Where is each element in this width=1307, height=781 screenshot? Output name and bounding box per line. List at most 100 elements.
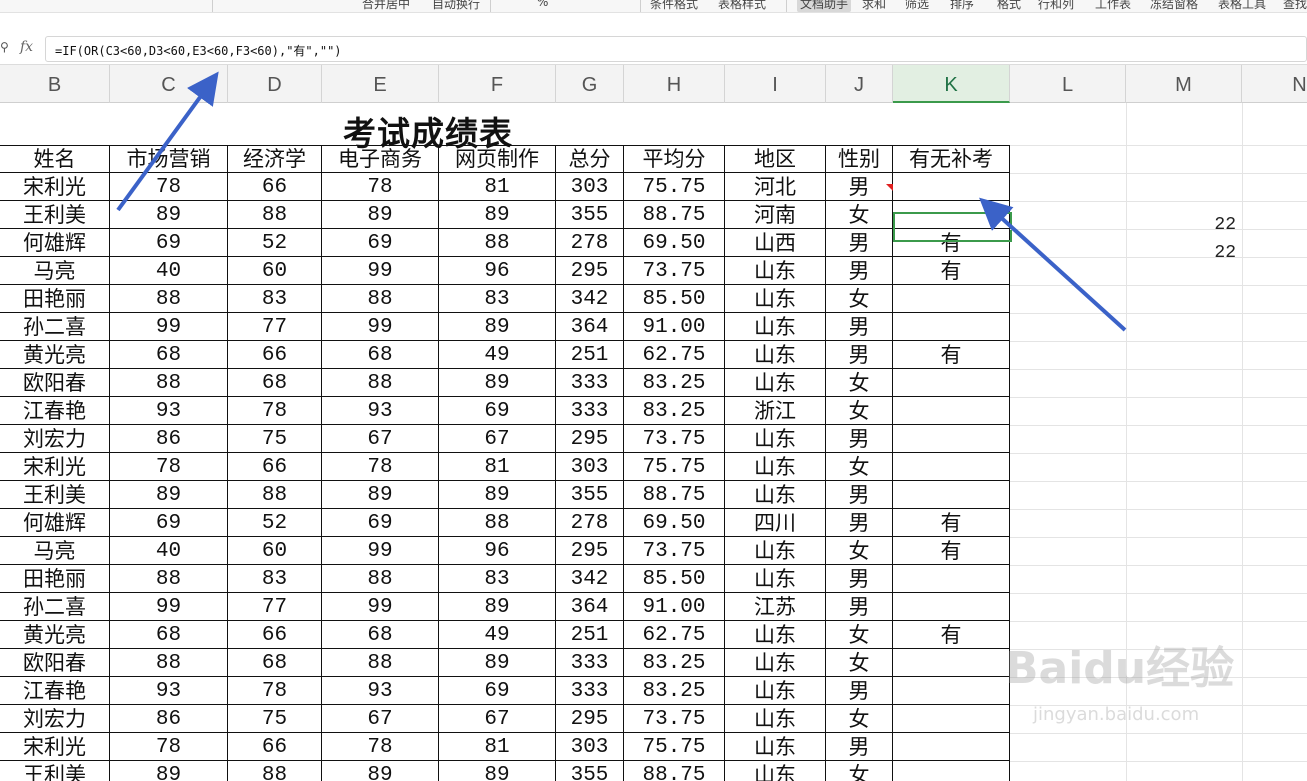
table-cell[interactable]: 91.00 xyxy=(624,313,725,341)
table-cell[interactable]: 河北 xyxy=(725,173,826,201)
table-cell[interactable]: 81 xyxy=(439,733,556,761)
table-cell[interactable]: 73.75 xyxy=(624,425,725,453)
table-cell[interactable]: 73.75 xyxy=(624,705,725,733)
table-cell[interactable]: 男 xyxy=(826,229,893,257)
table-cell[interactable]: 欧阳春 xyxy=(0,649,110,677)
table-cell[interactable]: 88 xyxy=(322,369,439,397)
table-cell[interactable]: 251 xyxy=(556,621,624,649)
table-cell[interactable]: 78 xyxy=(228,677,322,705)
table-cell[interactable]: 88.75 xyxy=(624,481,725,509)
table-cell[interactable]: 男 xyxy=(826,733,893,761)
table-cell[interactable]: 女 xyxy=(826,649,893,677)
table-cell[interactable]: 89 xyxy=(439,649,556,677)
table-cell[interactable]: 96 xyxy=(439,537,556,565)
table-cell[interactable]: 89 xyxy=(110,761,228,781)
table-cell[interactable]: 王利美 xyxy=(0,761,110,781)
table-cell[interactable]: 93 xyxy=(110,677,228,705)
search-icon[interactable]: ⚲ xyxy=(0,40,9,54)
ribbon-item[interactable]: 工作表 xyxy=(1095,0,1131,12)
table-cell[interactable]: 342 xyxy=(556,565,624,593)
table-cell[interactable] xyxy=(893,453,1010,481)
table-cell[interactable]: 何雄辉 xyxy=(0,229,110,257)
table-cell[interactable]: 88.75 xyxy=(624,201,725,229)
table-cell[interactable]: 333 xyxy=(556,397,624,425)
table-cell[interactable] xyxy=(893,313,1010,341)
ribbon-item[interactable]: 筛选 xyxy=(905,0,929,12)
table-cell[interactable]: 68 xyxy=(228,649,322,677)
table-cell[interactable]: 86 xyxy=(110,425,228,453)
table-cell[interactable]: 孙二喜 xyxy=(0,593,110,621)
comment-marker[interactable] xyxy=(886,184,893,191)
table-cell[interactable]: 刘宏力 xyxy=(0,425,110,453)
table-cell[interactable] xyxy=(893,285,1010,313)
table-cell[interactable]: 85.50 xyxy=(624,565,725,593)
column-header-l[interactable]: L xyxy=(1010,65,1126,103)
table-cell[interactable]: 89 xyxy=(322,201,439,229)
table-cell[interactable]: 男 xyxy=(826,425,893,453)
column-header-m[interactable]: M xyxy=(1126,65,1242,103)
table-cell[interactable]: 男 xyxy=(826,565,893,593)
table-cell[interactable]: 89 xyxy=(439,593,556,621)
table-cell[interactable]: 有 xyxy=(893,257,1010,285)
ribbon-item[interactable]: 表格工具 xyxy=(1218,0,1266,12)
table-cell[interactable]: 99 xyxy=(110,593,228,621)
table-cell[interactable]: 295 xyxy=(556,425,624,453)
ribbon-item[interactable]: 表格样式 xyxy=(718,0,766,12)
table-cell[interactable]: 78 xyxy=(322,453,439,481)
table-cell[interactable]: 山东 xyxy=(725,285,826,313)
header-cell[interactable]: 电子商务 xyxy=(322,145,439,173)
table-cell[interactable]: 69.50 xyxy=(624,509,725,537)
table-cell[interactable]: 女 xyxy=(826,201,893,229)
table-cell[interactable]: 欧阳春 xyxy=(0,369,110,397)
table-cell[interactable]: 66 xyxy=(228,733,322,761)
table-cell[interactable] xyxy=(893,705,1010,733)
table-cell[interactable]: 99 xyxy=(322,593,439,621)
table-cell[interactable]: 何雄辉 xyxy=(0,509,110,537)
cell-m5[interactable]: 22 xyxy=(1126,243,1236,263)
table-cell[interactable]: 295 xyxy=(556,537,624,565)
table-cell[interactable]: 78 xyxy=(110,453,228,481)
ribbon-item[interactable]: 格式 xyxy=(997,0,1021,12)
column-header-n[interactable]: N xyxy=(1242,65,1307,103)
header-cell[interactable]: 姓名 xyxy=(0,145,110,173)
header-cell[interactable]: 平均分 xyxy=(624,145,725,173)
table-cell[interactable]: 女 xyxy=(826,761,893,781)
table-cell[interactable]: 83 xyxy=(439,565,556,593)
table-cell[interactable] xyxy=(893,761,1010,781)
table-cell[interactable] xyxy=(893,481,1010,509)
table-cell[interactable]: 女 xyxy=(826,705,893,733)
table-cell[interactable]: 60 xyxy=(228,257,322,285)
table-cell[interactable]: 女 xyxy=(826,369,893,397)
table-cell[interactable]: 88 xyxy=(228,201,322,229)
table-cell[interactable] xyxy=(893,397,1010,425)
table-cell[interactable]: 68 xyxy=(110,341,228,369)
table-cell[interactable]: 67 xyxy=(439,705,556,733)
table-cell[interactable]: 69.50 xyxy=(624,229,725,257)
table-cell[interactable]: 山东 xyxy=(725,761,826,781)
table-cell[interactable]: 山东 xyxy=(725,481,826,509)
table-cell[interactable]: 88 xyxy=(228,761,322,781)
table-cell[interactable]: 69 xyxy=(110,229,228,257)
column-header-h[interactable]: H xyxy=(624,65,725,103)
table-cell[interactable]: 333 xyxy=(556,677,624,705)
table-cell[interactable]: 49 xyxy=(439,341,556,369)
table-cell[interactable]: 96 xyxy=(439,257,556,285)
table-cell[interactable]: 宋利光 xyxy=(0,453,110,481)
table-cell[interactable]: 40 xyxy=(110,537,228,565)
table-cell[interactable]: 男 xyxy=(826,341,893,369)
table-cell[interactable]: 83.25 xyxy=(624,649,725,677)
table-cell[interactable]: 山东 xyxy=(725,425,826,453)
table-cell[interactable]: 88 xyxy=(228,481,322,509)
table-cell[interactable]: 73.75 xyxy=(624,257,725,285)
table-cell[interactable]: 山东 xyxy=(725,369,826,397)
table-cell[interactable]: 93 xyxy=(322,677,439,705)
table-cell[interactable]: 男 xyxy=(826,257,893,285)
table-cell[interactable]: 王利美 xyxy=(0,481,110,509)
table-cell[interactable]: 浙江 xyxy=(725,397,826,425)
table-cell[interactable]: 89 xyxy=(110,481,228,509)
table-cell[interactable]: 山东 xyxy=(725,733,826,761)
ribbon-item[interactable]: 冻结窗格 xyxy=(1150,0,1198,12)
table-cell[interactable]: 孙二喜 xyxy=(0,313,110,341)
table-cell[interactable]: 78 xyxy=(322,173,439,201)
ribbon-item[interactable]: 文档助手 xyxy=(797,0,852,12)
